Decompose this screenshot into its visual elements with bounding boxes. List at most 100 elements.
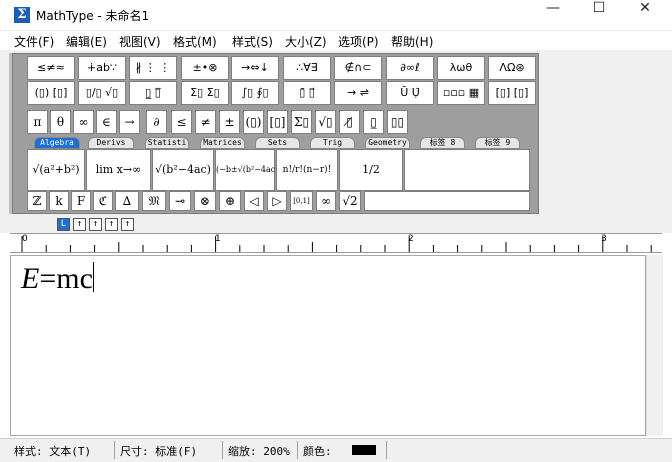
palette-embellishments[interactable]: ∦ ⋮ ⋮ (129, 56, 177, 80)
symbol-delta[interactable]: ∆ (115, 191, 139, 211)
status-divider (297, 441, 298, 459)
tab-stops-bar: L ↑ ↑ ↑ ↑ (0, 216, 672, 233)
vertical-scrollbar[interactable] (646, 255, 663, 436)
symbol-fraktur-m[interactable]: 𝔐 (142, 191, 166, 211)
symbol-sqrt-two[interactable]: √2 (339, 191, 361, 211)
ruler-mark-2: 2 (408, 234, 414, 244)
status-size[interactable]: 尺寸: 标准(F) (120, 443, 197, 459)
tab-stop-right[interactable]: ↑ (89, 218, 102, 231)
palette-products[interactable]: Ū Ụ̇ (386, 81, 434, 105)
tab-geometry[interactable]: Geometry (365, 137, 410, 149)
equation-variable: E (21, 262, 40, 295)
status-divider (222, 441, 223, 459)
window-title: MathType - 未命名1 (36, 9, 150, 23)
template-hypotenuse[interactable]: √(a²+b²) (27, 149, 85, 191)
template-sum[interactable]: Σ▯ (291, 110, 312, 134)
palette-integrals[interactable]: ∫▯ ∮▯ (231, 81, 279, 105)
tab-stop-center[interactable]: ↑ (73, 218, 86, 231)
menu-file[interactable]: 文件(F) (14, 33, 54, 50)
menu-format[interactable]: 格式(M) (173, 33, 217, 50)
palette-misc[interactable]: ∂∞ℓ (386, 56, 434, 80)
status-style[interactable]: 样式: 文本(T) (14, 443, 91, 459)
template-empty-slot[interactable] (404, 149, 530, 191)
template-fraction-half[interactable]: 1/2 (339, 149, 403, 191)
tab-trig[interactable]: Trig (310, 137, 355, 149)
ruler-ticks (21, 236, 652, 252)
tab-stop-decimal[interactable]: ↑ (121, 218, 134, 231)
symbol-neq[interactable]: ≠ (195, 110, 216, 134)
ruler[interactable]: 0 1 2 3 (10, 233, 662, 253)
symbol-multimap[interactable]: ⊸ (169, 191, 191, 211)
symbol-k[interactable]: k (49, 191, 69, 211)
symbol-infinity-2[interactable]: ∞ (316, 191, 336, 211)
maximize-button[interactable]: ☐ (576, 0, 622, 30)
symbol-theta[interactable]: θ (50, 110, 71, 134)
palette-fences[interactable]: (▯) [▯] (27, 81, 75, 105)
tab-stop-relation[interactable]: ↑ (105, 218, 118, 231)
palette-greek-lower[interactable]: λωθ (437, 56, 485, 80)
symbol-right-triangle[interactable]: ▷ (267, 191, 287, 211)
symbol-element-of[interactable]: ∈ (96, 110, 117, 134)
menu-help[interactable]: 帮助(H) (391, 33, 433, 50)
palette-fractions-radicals[interactable]: ▯/▯ √▯ (78, 81, 126, 105)
menu-options[interactable]: 选项(P) (338, 33, 379, 50)
tab-label-8[interactable]: 标签 8 (420, 137, 465, 149)
symbol-leq[interactable]: ≤ (171, 110, 192, 134)
template-discriminant[interactable]: √(b²−4ac) (152, 149, 214, 191)
palette-spaces[interactable]: ∔ab∵ (78, 56, 126, 80)
equation-content[interactable]: E=mc (21, 262, 94, 296)
menu-size[interactable]: 大小(Z) (285, 33, 327, 50)
tab-sets[interactable]: Sets (255, 137, 300, 149)
status-divider (114, 441, 115, 459)
color-swatch[interactable] (352, 445, 376, 455)
menu-edit[interactable]: 编辑(E) (66, 33, 107, 50)
close-button[interactable]: ✕ (622, 0, 668, 30)
menu-style[interactable]: 样式(S) (232, 33, 273, 50)
palette-labeled-arrows[interactable]: → ⇌ (334, 81, 382, 105)
symbol-f[interactable]: F (71, 191, 91, 211)
symbol-right-arrow[interactable]: → (119, 110, 140, 134)
template-limit[interactable]: lim x→∞ (86, 149, 151, 191)
template-quadratic-formula[interactable]: (−b±√(b²−4ac))/2a (215, 149, 294, 191)
symbol-otimes[interactable]: ⊗ (194, 191, 216, 211)
palette-subscripts[interactable]: ▯̲ ▯̅ (129, 81, 177, 105)
symbol-pi[interactable]: π (27, 110, 48, 134)
symbol-left-triangle[interactable]: ◁ (244, 191, 264, 211)
template-subscript[interactable]: ▯̲ (363, 110, 384, 134)
palette-logic[interactable]: ∴∀∃ (283, 56, 331, 80)
template-parens[interactable]: (▯) (243, 110, 264, 134)
template-sqrt[interactable]: √▯ (315, 110, 336, 134)
template-subsup[interactable]: ▯▯ (387, 110, 408, 134)
symbol-interval[interactable]: [0,1] (290, 191, 313, 211)
palette-operators[interactable]: ±•⊗ (181, 56, 229, 80)
symbol-infinity[interactable]: ∞ (73, 110, 94, 134)
palette-matrices[interactable]: ▫▫▫ ▦ (437, 81, 485, 105)
tab-statistics[interactable]: Statisti (145, 137, 189, 149)
symbol-double-z[interactable]: ℤ (27, 191, 47, 211)
palette-sets[interactable]: ∉∩⊂ (334, 56, 382, 80)
template-brackets[interactable]: [▯] (267, 110, 288, 134)
palette-bars[interactable]: ▯̄ ▯⃗ (283, 81, 331, 105)
template-superscript[interactable]: ▯̸ (339, 110, 360, 134)
tab-label-9[interactable]: 标签 9 (475, 137, 520, 149)
symbol-partial[interactable]: ∂ (146, 110, 167, 134)
palette-boxes[interactable]: [▯] [▯] (488, 81, 536, 105)
equation-editor[interactable]: E=mc (10, 255, 646, 436)
tab-algebra[interactable]: Algebra (34, 137, 80, 149)
template-binomial[interactable]: n!/r!(n−r)! (276, 149, 338, 191)
palette-summations[interactable]: Σ▯ Σ▯ (181, 81, 229, 105)
palette-empty-area (364, 191, 530, 211)
tab-derivs[interactable]: Derivs (88, 137, 134, 149)
status-zoom[interactable]: 缩放: 200% (228, 443, 290, 459)
symbol-fraktur-c[interactable]: ℭ (93, 191, 113, 211)
palette-greek-upper[interactable]: ΛΩ⊛ (488, 56, 536, 80)
menu-bar: 文件(F) 编辑(E) 视图(V) 格式(M) 样式(S) 大小(Z) 选项(P… (0, 31, 672, 50)
symbol-oplus[interactable]: ⊕ (219, 191, 241, 211)
palette-relations[interactable]: ≤≠≈ (27, 56, 75, 80)
palette-arrows[interactable]: →⇔↓ (231, 56, 279, 80)
menu-view[interactable]: 视图(V) (119, 33, 161, 50)
minimize-button[interactable]: — (530, 0, 576, 30)
tab-matrices[interactable]: Matrices (200, 137, 245, 149)
tab-stop-left[interactable]: L (57, 218, 70, 231)
symbol-plusminus[interactable]: ± (219, 110, 240, 134)
